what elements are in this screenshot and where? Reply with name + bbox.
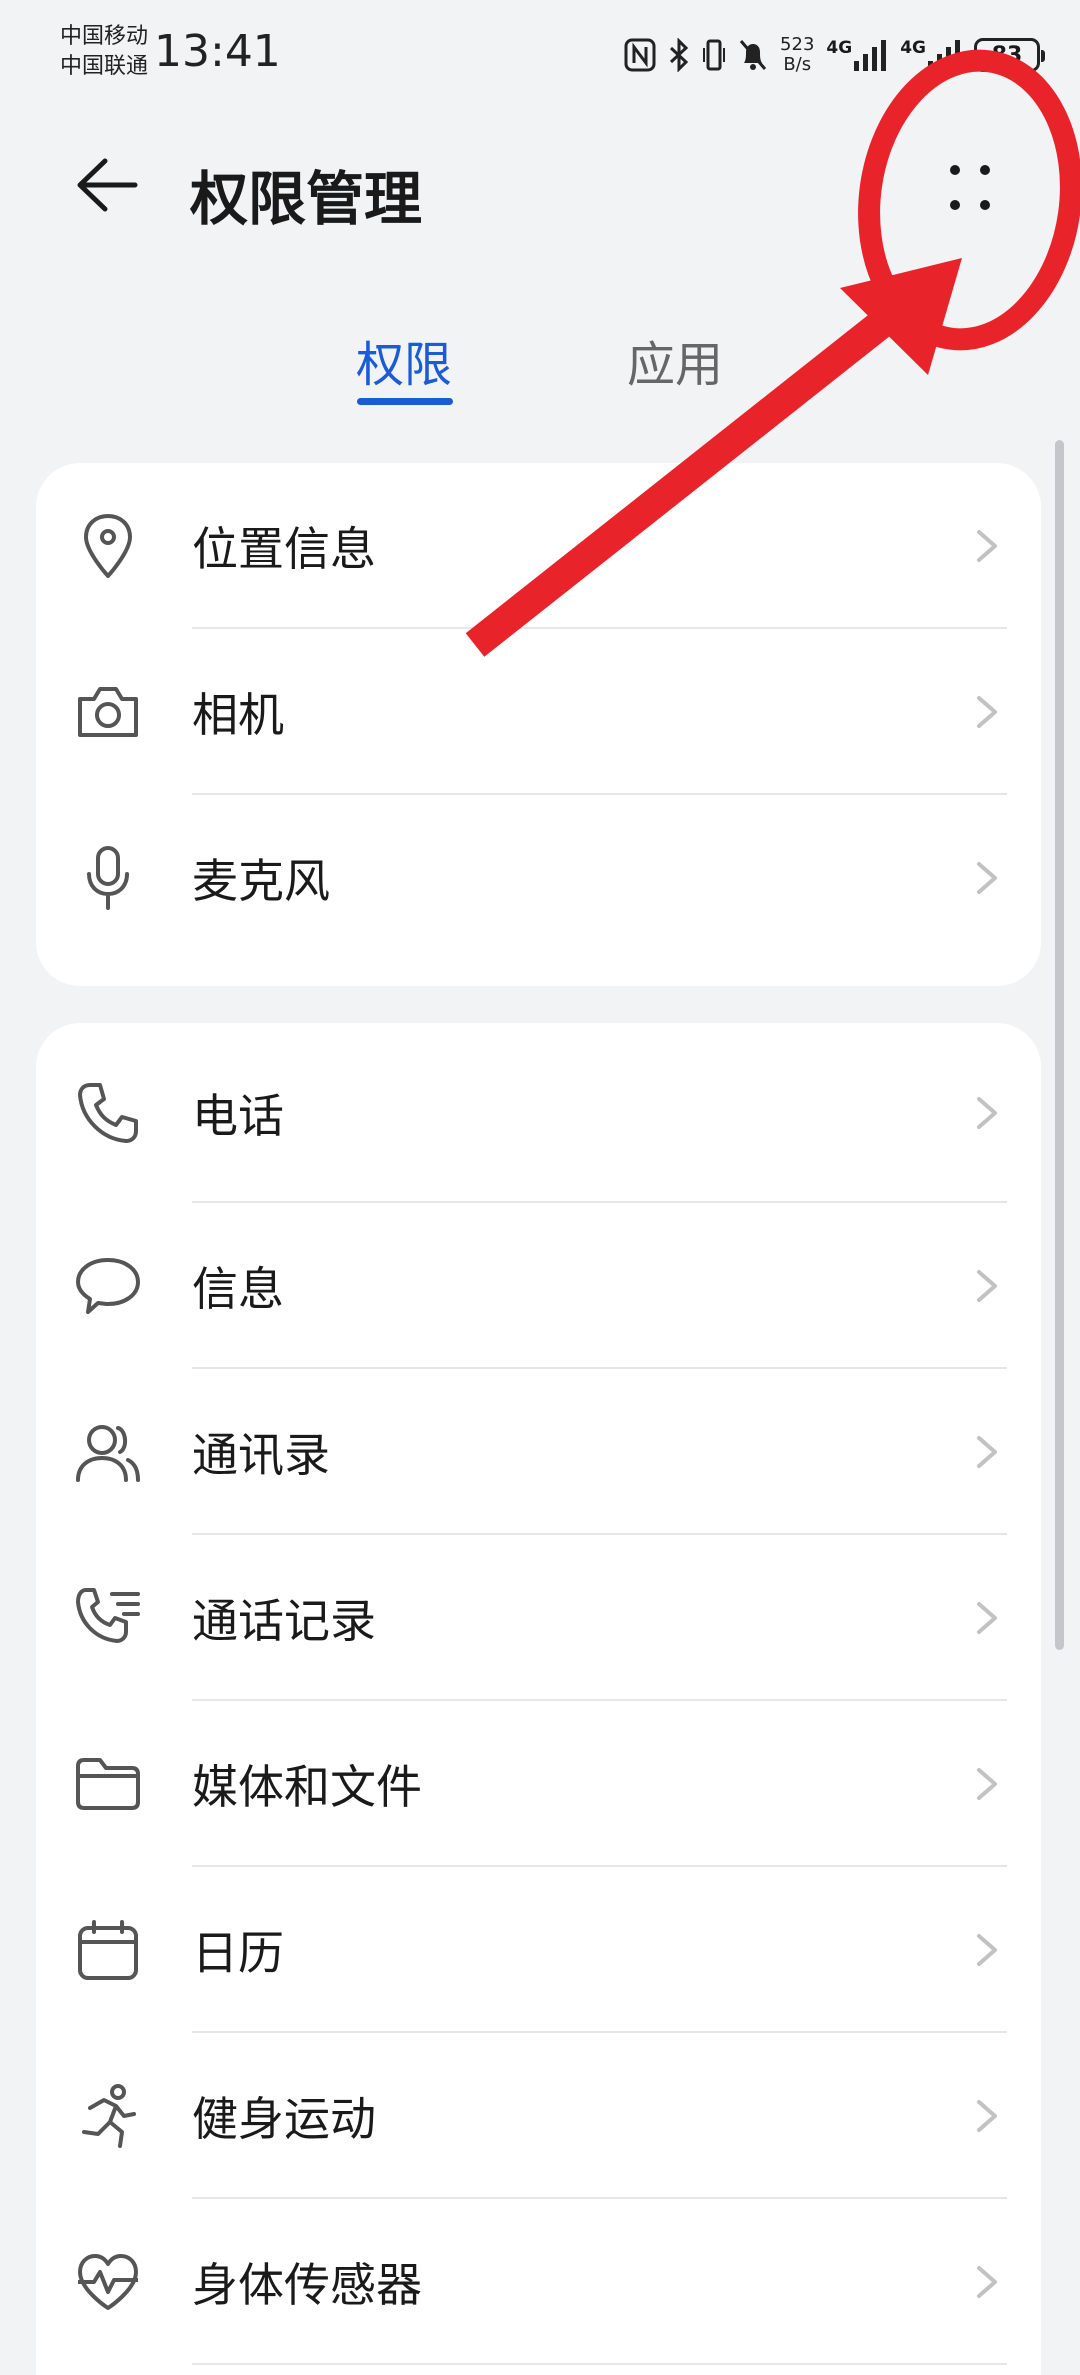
carrier-1: 中国移动 [60, 24, 149, 49]
location-pin-icon [74, 512, 142, 580]
microphone-icon [74, 844, 142, 912]
contacts-icon [74, 1418, 142, 1486]
carrier-2: 中国联通 [60, 54, 149, 79]
chevron-right-icon [977, 1270, 997, 1302]
chevron-right-icon [977, 862, 997, 894]
chevron-right-icon [977, 696, 997, 728]
status-time: 13:41 [154, 26, 281, 77]
permission-item-microphone[interactable]: 麦克风 [36, 795, 1041, 961]
permission-item-call-log[interactable]: 通话记录 [36, 1535, 1041, 1701]
network-speed-unit: B/s [783, 54, 812, 75]
signal-bars-icon [854, 40, 887, 71]
page-title: 权限管理 [190, 165, 423, 233]
permission-item-label: 日历 [192, 1926, 284, 1980]
call-log-icon [74, 1584, 142, 1652]
message-bubble-icon [74, 1252, 142, 1320]
status-icons: 523 B/s 4G 4G 83 [624, 30, 1045, 80]
chevron-right-icon [977, 1097, 997, 1129]
calendar-icon [74, 1916, 142, 1984]
signal-1: 4G [826, 39, 888, 71]
phone-icon [74, 1079, 142, 1147]
permission-item-camera[interactable]: 相机 [36, 629, 1041, 795]
permission-item-phone[interactable]: 电话 [36, 1023, 1041, 1203]
permission-item-label: 通讯录 [192, 1428, 330, 1482]
permission-item-label: 麦克风 [192, 854, 330, 908]
carrier-info: 中国移动 中国联通 [60, 22, 148, 82]
tab-apps[interactable]: 应用 [627, 325, 723, 395]
back-arrow-icon [77, 158, 138, 212]
chevron-right-icon [977, 1602, 997, 1634]
signal-bars-icon [928, 40, 960, 71]
signal-2-type: 4G [900, 38, 926, 58]
vibrate-icon [703, 39, 726, 71]
permission-item-location[interactable]: 位置信息 [36, 463, 1041, 629]
back-button[interactable] [72, 150, 142, 220]
permission-item-body-sensors[interactable]: 身体传感器 [36, 2199, 1041, 2365]
nfc-icon [624, 38, 656, 72]
permission-item-fitness[interactable]: 健身运动 [36, 2033, 1041, 2199]
chevron-right-icon [977, 530, 997, 562]
permission-item-label: 信息 [192, 1262, 284, 1316]
chevron-right-icon [977, 2266, 997, 2298]
permission-item-messages[interactable]: 信息 [36, 1203, 1041, 1369]
camera-icon [74, 678, 142, 746]
heart-rate-icon [74, 2248, 142, 2316]
battery-indicator: 83 [974, 38, 1045, 72]
permission-item-label: 相机 [192, 688, 284, 742]
bell-muted-icon [739, 40, 767, 70]
chevron-right-icon [977, 1436, 997, 1468]
permission-item-media-files[interactable]: 媒体和文件 [36, 1701, 1041, 1867]
permission-group-1: 位置信息 相机 麦克风 [36, 463, 1041, 986]
network-speed: 523 B/s [780, 35, 814, 75]
scrollbar-thumb[interactable] [1055, 440, 1064, 1650]
chevron-right-icon [977, 1934, 997, 1966]
permission-item-calendar[interactable]: 日历 [36, 1867, 1041, 2033]
permission-item-label: 通话记录 [192, 1594, 376, 1648]
more-options-button[interactable] [930, 155, 1010, 225]
row-divider [192, 2363, 1007, 2365]
bluetooth-icon [670, 38, 689, 72]
chevron-right-icon [977, 2100, 997, 2132]
status-bar: 中国移动 中国联通 13:41 523 B/s 4G 4G 83 [0, 0, 1080, 110]
network-speed-value: 523 [780, 34, 815, 55]
permission-item-label: 身体传感器 [192, 2258, 422, 2312]
permission-item-label: 位置信息 [192, 522, 376, 576]
permission-group-2: 电话 信息 通讯录 通话记录 媒体和文件 日历 健身运动 身体传感器 [36, 1023, 1041, 2375]
permission-item-label: 媒体和文件 [192, 1760, 422, 1814]
running-icon [74, 2082, 142, 2150]
tab-permissions[interactable]: 权限 [356, 325, 452, 395]
permission-item-contacts[interactable]: 通讯录 [36, 1369, 1041, 1535]
signal-1-type: 4G [826, 38, 853, 58]
permission-item-label: 健身运动 [192, 2092, 376, 2146]
signal-2: 4G [900, 39, 962, 71]
folder-icon [74, 1750, 142, 1818]
more-dots-icon [950, 165, 990, 210]
chevron-right-icon [977, 1768, 997, 1800]
permission-management-screen: 中国移动 中国联通 13:41 523 B/s 4G 4G 83 权限管理 权限… [0, 0, 1080, 2375]
tab-active-indicator [357, 398, 453, 405]
annotation-arrow-head [840, 258, 962, 375]
permission-item-label: 电话 [192, 1089, 284, 1143]
